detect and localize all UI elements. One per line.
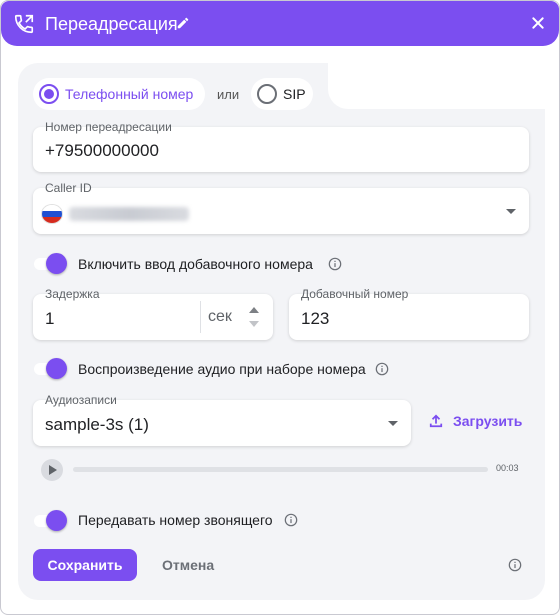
pass-caller-toggle[interactable] [32, 510, 68, 531]
forwarding-dialog: Переадресация Телефонный номер или SIP Н… [0, 0, 560, 615]
extension-number-field[interactable]: Добавочный номер 123 [289, 288, 529, 340]
chevron-down-icon [506, 209, 516, 214]
audio-files-label: Аудиозаписи [45, 393, 117, 407]
caller-id-value-blurred [69, 207, 189, 221]
extension-number-value: 123 [301, 309, 330, 328]
cancel-button[interactable]: Отмена [162, 557, 214, 573]
radio-phone-number-label: Телефонный номер [65, 86, 194, 102]
audio-toggle[interactable] [32, 358, 68, 379]
upload-label: Загрузить [453, 413, 523, 429]
audio-duration: 00:03 [496, 463, 519, 473]
pass-caller-toggle-label: Передавать номер звонящего [78, 512, 273, 528]
radio-sip-label: SIP [283, 86, 306, 102]
delay-value: 1 [45, 309, 55, 328]
increment-arrow-icon[interactable] [249, 307, 259, 313]
caller-id-label: Caller ID [45, 181, 92, 195]
close-icon[interactable] [531, 16, 545, 30]
audio-toggle-label: Воспроизведение аудио при наборе номера [78, 361, 366, 377]
info-icon[interactable] [375, 362, 389, 376]
delay-label: Задержка [45, 287, 100, 301]
tab-row-cutout [328, 63, 545, 109]
delay-divider [200, 301, 201, 333]
delay-field[interactable]: Задержка 1 [33, 288, 273, 340]
forward-number-field[interactable]: Номер переадресации +79500000000 [33, 121, 529, 172]
info-icon[interactable] [508, 558, 522, 572]
audio-files-value: sample-3s (1) [45, 415, 149, 434]
radio-unchecked-icon [257, 84, 277, 104]
play-icon[interactable] [41, 459, 63, 481]
dialog-title: Переадресация [45, 14, 178, 34]
upload-icon [429, 414, 443, 428]
toggle-knob [46, 253, 67, 274]
audio-progress-bar[interactable] [73, 467, 488, 472]
pencil-icon[interactable] [176, 16, 190, 30]
extension-number-label: Добавочный номер [301, 287, 409, 301]
caller-id-select[interactable]: Caller ID [33, 182, 529, 234]
chevron-down-icon [388, 421, 398, 426]
toggle-knob [46, 358, 67, 379]
toggle-knob [46, 510, 67, 531]
delay-unit: сек [208, 308, 232, 325]
forward-number-label: Номер переадресации [45, 120, 172, 134]
info-icon[interactable] [284, 513, 298, 527]
upload-button[interactable]: Загрузить [429, 413, 522, 429]
decrement-arrow-icon[interactable] [249, 321, 259, 327]
audio-files-select[interactable]: Аудиозаписи sample-3s (1) [33, 394, 411, 446]
extension-toggle[interactable] [32, 253, 68, 274]
radio-checked-icon [39, 84, 59, 104]
call-forward-icon [14, 14, 34, 34]
russia-flag-icon [42, 205, 62, 223]
or-separator: или [217, 87, 240, 102]
extension-toggle-label: Включить ввод добавочного номера [78, 256, 313, 272]
radio-phone-number[interactable]: Телефонный номер [33, 78, 205, 110]
info-icon[interactable] [328, 257, 342, 271]
save-button[interactable]: Сохранить [33, 549, 137, 581]
dialog-header: Переадресация [1, 1, 559, 46]
forward-number-value: +79500000000 [45, 141, 159, 160]
radio-sip[interactable]: SIP [251, 78, 313, 110]
